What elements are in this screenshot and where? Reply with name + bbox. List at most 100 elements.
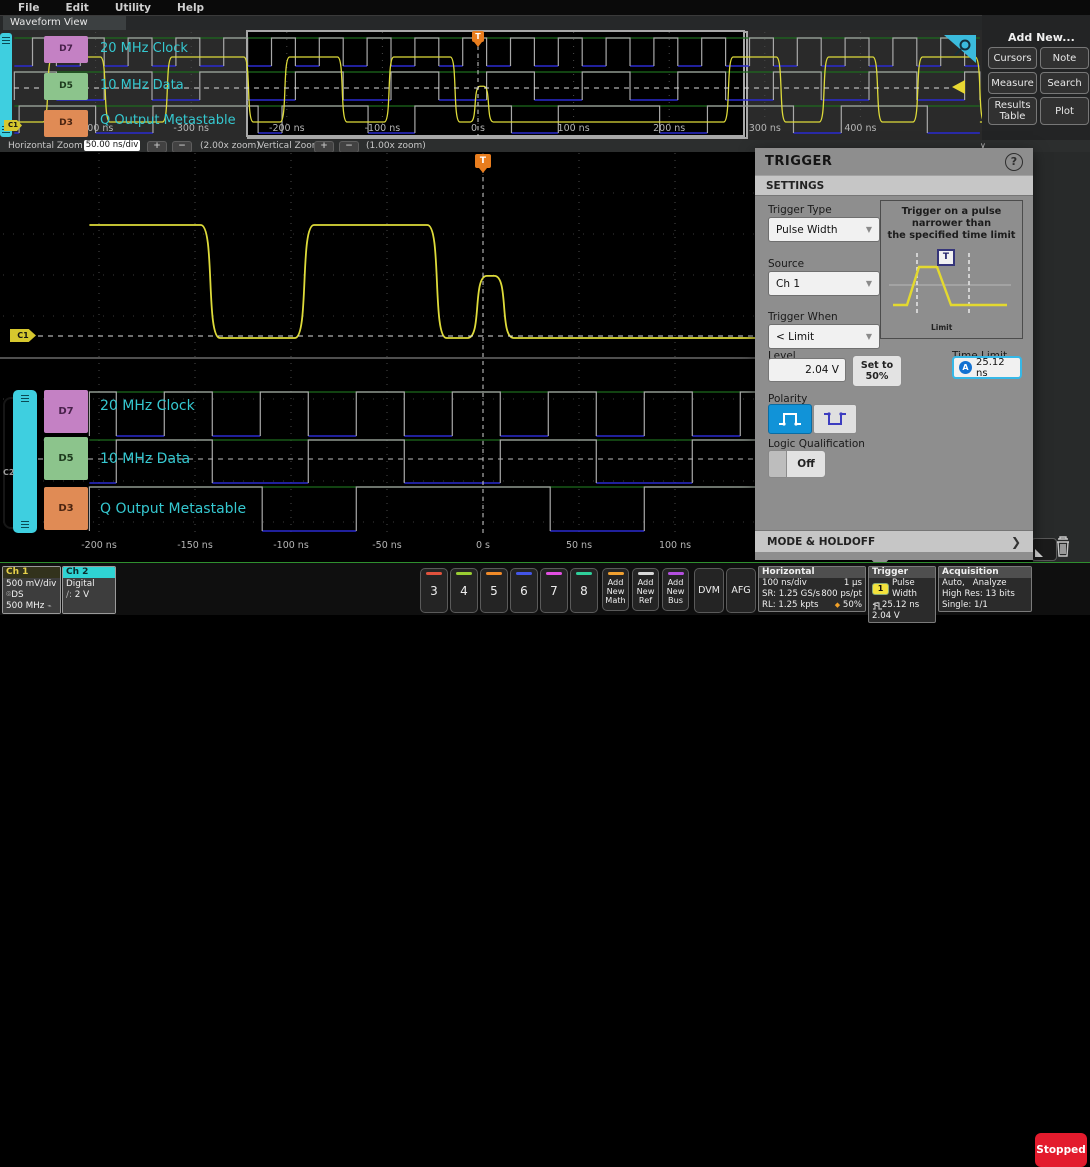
label-q-overview[interactable]: Q Output Metastable	[100, 113, 236, 128]
add-plot-button[interactable]: Plot	[1040, 97, 1089, 125]
d5-badge-main[interactable]: D5	[44, 437, 88, 480]
menu-help[interactable]: Help	[177, 2, 204, 14]
time-limit-input[interactable]: A 25.12 ns	[952, 356, 1022, 379]
add-search-button[interactable]: Search	[1040, 72, 1089, 94]
channel-8-button[interactable]: 8	[570, 568, 598, 613]
trigger-when-select[interactable]: < Limit ▼	[768, 324, 880, 349]
d5-badge-overview[interactable]: D5	[44, 73, 88, 100]
ch1-coupling: DS	[11, 590, 24, 600]
annotation-button[interactable]	[1031, 538, 1057, 561]
trigger-type-select[interactable]: Pulse Width ▼	[768, 217, 880, 242]
ch3-label: 3	[430, 583, 438, 598]
afg-button[interactable]: AFG	[726, 568, 756, 613]
hzoom-plus-button[interactable]: +	[147, 140, 167, 153]
ch8-label: 8	[580, 583, 588, 598]
label-q-main[interactable]: Q Output Metastable	[100, 501, 246, 517]
ref-color-stripe	[637, 572, 654, 575]
trigger-limit: < 25.12 ns	[872, 600, 920, 610]
bus-color-stripe	[667, 572, 684, 575]
label-clock-overview[interactable]: 20 MHz Clock	[100, 41, 188, 56]
ch7-label: 7	[550, 583, 558, 598]
ch2-badge[interactable]: Ch 2 Digital ∕: 2 V	[62, 566, 116, 614]
level-input[interactable]: 2.04 V	[768, 358, 846, 382]
menu-utility[interactable]: Utility	[115, 2, 151, 14]
ch2-name: Ch 2	[63, 567, 115, 578]
add-results-table-button[interactable]: Results Table	[988, 97, 1037, 125]
tab-strip	[0, 16, 1090, 30]
h-window: 1 µs	[843, 578, 862, 588]
trigger-panel-title: TRIGGER	[765, 154, 833, 169]
trigger-settings-panel: TRIGGER ? SETTINGS Trigger Type Pulse Wi…	[755, 148, 1033, 560]
d3-badge-overview[interactable]: D3	[44, 110, 88, 137]
diagram-trigger-t-icon: T	[937, 249, 955, 266]
ch2-tag-main[interactable]: C2	[3, 468, 14, 477]
add-new-ref-button[interactable]: Add New Ref	[632, 568, 659, 611]
hzoom-minus-button[interactable]: −	[172, 140, 192, 153]
horizontal-zoom-scale-input[interactable]: 50.00 ns/div	[84, 140, 140, 151]
add-new-title: Add New...	[1008, 31, 1075, 44]
add-cursors-button[interactable]: Cursors	[988, 47, 1037, 69]
ch1-badge[interactable]: Ch 1 500 mV/div ⌾DS 500 MHz ⌁	[2, 566, 61, 614]
d7-badge-main[interactable]: D7	[44, 390, 88, 433]
chevron-right-icon: ❯	[1010, 534, 1021, 549]
negative-pulse-icon	[824, 412, 846, 425]
tab-waveform-view[interactable]: Waveform View	[3, 16, 126, 30]
channel-4-button[interactable]: 4	[450, 568, 478, 613]
vzoom-minus-button[interactable]: −	[339, 140, 359, 153]
logic-qualification-value[interactable]: Off	[786, 450, 826, 478]
channel-3-button[interactable]: 3	[420, 568, 448, 613]
ch3-color-stripe	[426, 572, 442, 575]
add-measure-button[interactable]: Measure	[988, 72, 1037, 94]
grip-icon	[2, 37, 10, 44]
chevron-down-icon: ▼	[865, 332, 872, 341]
ch2-threshold: 2 V	[74, 590, 90, 600]
menu-file[interactable]: File	[18, 2, 40, 14]
source-label: Source	[768, 258, 805, 270]
afg-label: AFG	[731, 585, 751, 596]
digital-group-handle[interactable]	[13, 390, 37, 533]
channel-5-button[interactable]: 5	[480, 568, 508, 613]
zoom-window[interactable]	[247, 31, 748, 139]
add-new-math-button[interactable]: Add New Math	[602, 568, 629, 611]
set-to-50-button[interactable]: Set to 50%	[852, 355, 902, 387]
add-new-bus-button[interactable]: Add New Bus	[662, 568, 689, 611]
dvm-label: DVM	[698, 585, 720, 596]
trigger-level-arrow[interactable]	[952, 80, 965, 94]
bottom-status-bar: Ch 1 500 mV/div ⌾DS 500 MHz ⌁ Ch 2 Digit…	[0, 562, 1090, 1167]
label-data-overview[interactable]: 10 MHz Data	[100, 78, 184, 93]
add-math-label: Add New Math	[605, 576, 626, 605]
trigger-type: Pulse Width	[892, 578, 917, 599]
limit-caption: Limit	[931, 323, 953, 332]
source-select[interactable]: Ch 1 ▼	[768, 271, 880, 296]
vertical-zoom-label: Vertical Zoom	[258, 141, 321, 151]
label-clock-main[interactable]: 20 MHz Clock	[100, 398, 195, 414]
d7-badge-overview[interactable]: D7	[44, 36, 88, 63]
vzoom-plus-button[interactable]: +	[314, 140, 334, 153]
polarity-positive-button[interactable]	[768, 404, 812, 434]
channel-6-button[interactable]: 6	[510, 568, 538, 613]
trigger-position-marker-main[interactable]: T	[475, 154, 491, 173]
menu-bar: File Edit Utility Help	[0, 0, 1090, 16]
set-to-line1: Set to	[860, 360, 894, 371]
ch8-color-stripe	[576, 572, 592, 575]
h-samplerate: SR: 1.25 GS/s	[762, 589, 821, 599]
help-icon[interactable]: ?	[1005, 152, 1023, 171]
trigger-position-marker-overview[interactable]: T	[472, 31, 484, 47]
channel-7-button[interactable]: 7	[540, 568, 568, 613]
h-scale: 100 ns/div	[762, 578, 807, 588]
acquisition-badge[interactable]: Acquisition Auto, Analyze High Res: 13 b…	[938, 566, 1032, 612]
ch1-bandwidth: 500 MHz	[6, 601, 45, 611]
trigger-badge[interactable]: Trigger 1 Pulse Width < 25.12 ns 2.04 V	[868, 566, 936, 623]
dvm-button[interactable]: DVM	[694, 568, 724, 613]
mode-holdoff-section[interactable]: MODE & HOLDOFF ❯	[755, 530, 1033, 552]
menu-edit[interactable]: Edit	[66, 2, 89, 14]
trigger-panel-header: TRIGGER ?	[755, 148, 1033, 175]
logic-qualification-toggle[interactable]	[768, 450, 788, 478]
add-note-button[interactable]: Note	[1040, 47, 1089, 69]
h-resolution: 800 ps/pt	[821, 589, 862, 599]
horizontal-badge[interactable]: Horizontal 100 ns/div 1 µs SR: 1.25 GS/s 8…	[758, 566, 866, 612]
d3-badge-main[interactable]: D3	[44, 487, 88, 530]
label-data-main[interactable]: 10 MHz Data	[100, 451, 190, 467]
stopped-status-button[interactable]: Stopped	[1035, 1133, 1087, 1167]
polarity-negative-button[interactable]	[813, 404, 857, 434]
